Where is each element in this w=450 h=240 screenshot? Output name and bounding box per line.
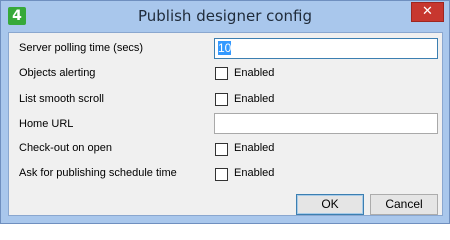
label-list-smooth-scroll: List smooth scroll [19, 93, 104, 105]
close-icon: ✕ [422, 4, 433, 19]
close-button[interactable]: ✕ [411, 2, 444, 22]
dialog-window: Publish designer config 4 ✕ Server polli… [0, 0, 450, 224]
label-server-polling-time: Server polling time (secs) [19, 42, 144, 54]
label-objects-alerting: Objects alerting [19, 67, 96, 79]
check-out-on-open-checkbox-label[interactable]: Enabled [234, 142, 274, 154]
objects-alerting-checkbox-label[interactable]: Enabled [234, 67, 274, 79]
cancel-button[interactable]: Cancel [370, 194, 438, 215]
title-bar[interactable]: Publish designer config 4 ✕ [1, 1, 449, 32]
objects-alerting-checkbox[interactable] [215, 67, 228, 80]
list-smooth-scroll-checkbox[interactable] [215, 93, 228, 106]
label-check-out-on-open: Check-out on open [19, 142, 112, 154]
home-url-input[interactable] [214, 113, 438, 134]
window-title: Publish designer config [137, 7, 313, 25]
list-smooth-scroll-checkbox-label[interactable]: Enabled [234, 93, 274, 105]
input-value: 10 [218, 41, 232, 55]
label-ask-publishing-schedule: Ask for publishing schedule time [19, 167, 177, 179]
ask-publishing-schedule-checkbox[interactable] [215, 168, 228, 181]
check-out-on-open-checkbox[interactable] [215, 143, 228, 156]
app-icon: 4 [8, 7, 26, 25]
dialog-content: Server polling time (secs) 10 Objects al… [8, 32, 443, 216]
server-polling-time-input[interactable]: 10 [214, 38, 438, 59]
ask-publishing-schedule-checkbox-label[interactable]: Enabled [234, 167, 274, 179]
label-home-url: Home URL [19, 118, 74, 130]
ok-button[interactable]: OK [296, 194, 364, 215]
